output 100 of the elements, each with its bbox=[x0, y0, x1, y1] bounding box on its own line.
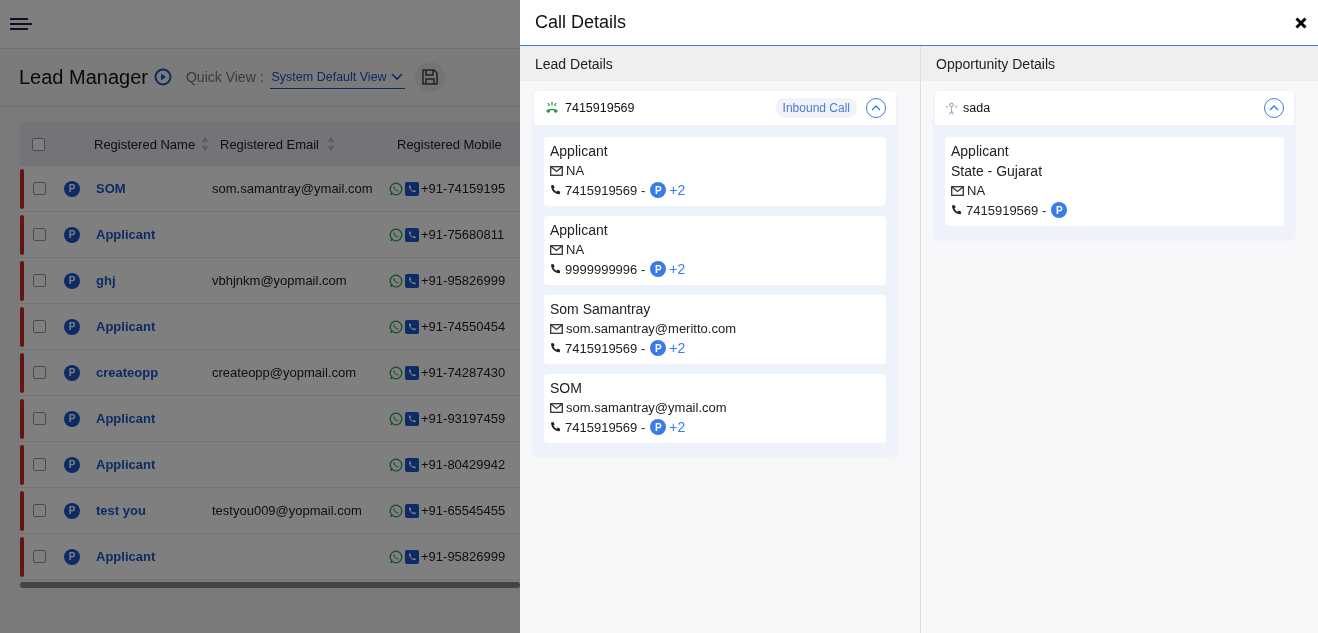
phone-icon bbox=[550, 263, 562, 275]
email-cell-text: vbhjnkm@yopmail.com bbox=[212, 273, 348, 288]
phone-icon bbox=[550, 184, 562, 196]
phone-icon[interactable] bbox=[405, 503, 419, 518]
contact-email: som.samantray@meritto.com bbox=[566, 321, 736, 336]
close-icon[interactable] bbox=[1295, 16, 1307, 29]
more-count-link[interactable]: +2 bbox=[669, 182, 686, 198]
mobile-number: +91-74550454 bbox=[421, 319, 506, 334]
phone-icon bbox=[951, 204, 963, 216]
mobile-number: +91-80429942 bbox=[421, 457, 506, 472]
collapse-button[interactable] bbox=[866, 98, 886, 118]
row-checkbox[interactable] bbox=[33, 504, 46, 517]
lead-type-badge: P bbox=[64, 410, 80, 427]
mail-icon bbox=[550, 323, 563, 334]
row-checkbox[interactable] bbox=[33, 458, 46, 471]
contact-email: som.samantray@ymail.com bbox=[566, 400, 727, 415]
whatsapp-icon[interactable] bbox=[389, 457, 403, 472]
lead-type-badge: P bbox=[650, 182, 667, 198]
lead-name-link[interactable]: SOM bbox=[96, 181, 212, 196]
contact-phone: 7415919569 - bbox=[565, 419, 646, 435]
quick-view-label: Quick View : bbox=[186, 69, 264, 85]
phone-icon bbox=[550, 421, 562, 433]
contact-phone: 7415919569 - bbox=[565, 340, 646, 356]
mail-icon bbox=[550, 165, 563, 176]
section-header: Opportunity Details bbox=[921, 46, 1318, 81]
whatsapp-icon[interactable] bbox=[389, 365, 403, 380]
contact-phone: 7415919569 - bbox=[565, 182, 646, 198]
lead-type-badge: P bbox=[64, 272, 80, 289]
phone-icon[interactable] bbox=[405, 411, 419, 426]
more-count-link[interactable]: +2 bbox=[669, 261, 686, 277]
whatsapp-icon[interactable] bbox=[389, 411, 403, 426]
lead-name-link[interactable]: Applicant bbox=[96, 319, 212, 334]
row-checkbox[interactable] bbox=[33, 228, 46, 241]
lead-name-link[interactable]: Applicant bbox=[96, 227, 212, 242]
section-header: Lead Details bbox=[520, 46, 920, 81]
column-header[interactable]: Registered Name bbox=[94, 136, 220, 152]
lead-name-link[interactable]: Applicant bbox=[96, 549, 212, 564]
save-button[interactable] bbox=[414, 62, 445, 92]
email-cell-text: som.samantray@ymail.com bbox=[212, 181, 374, 196]
lead-type-badge: P bbox=[64, 502, 80, 519]
more-count-link[interactable]: +2 bbox=[669, 340, 686, 356]
phone-icon[interactable] bbox=[405, 365, 419, 380]
menu-icon[interactable] bbox=[10, 18, 32, 30]
phone-icon[interactable] bbox=[405, 549, 419, 564]
lead-name-link[interactable]: createopp bbox=[96, 365, 212, 380]
phone-icon[interactable] bbox=[405, 181, 419, 196]
more-count-link[interactable]: +2 bbox=[669, 419, 686, 435]
contact-name: Applicant bbox=[550, 222, 609, 238]
lead-name-link[interactable]: ghj bbox=[96, 273, 212, 288]
contact-state: State - Gujarat bbox=[951, 163, 1044, 179]
chevron-up-icon bbox=[1269, 105, 1279, 111]
whatsapp-icon[interactable] bbox=[389, 319, 403, 334]
whatsapp-icon[interactable] bbox=[389, 549, 403, 564]
whatsapp-icon[interactable] bbox=[389, 273, 403, 288]
lead-name-link[interactable]: Applicant bbox=[96, 457, 212, 472]
mobile-number: +91-74159195 bbox=[421, 181, 506, 196]
contact-name: Som Samantray bbox=[550, 301, 652, 317]
row-checkbox[interactable] bbox=[33, 182, 46, 195]
card-title: 7415919569 bbox=[565, 101, 635, 115]
call-type-tag: Inbound Call bbox=[775, 98, 857, 118]
row-checkbox[interactable] bbox=[33, 412, 46, 425]
play-icon[interactable] bbox=[154, 68, 172, 86]
email-cell-text: createopp@yopmail.com bbox=[212, 365, 357, 380]
phone-icon[interactable] bbox=[405, 457, 419, 472]
mobile-number: +91-74287430 bbox=[421, 365, 506, 380]
mobile-number: +91-75680811 bbox=[421, 227, 505, 242]
whatsapp-icon[interactable] bbox=[389, 227, 403, 242]
row-checkbox[interactable] bbox=[33, 550, 46, 563]
collapse-button[interactable] bbox=[1264, 98, 1284, 118]
whatsapp-icon[interactable] bbox=[389, 503, 403, 518]
horizontal-scrollbar[interactable] bbox=[20, 582, 520, 588]
lead-type-badge: P bbox=[650, 419, 667, 435]
mobile-number: +91-95826999 bbox=[421, 273, 506, 288]
phone-icon[interactable] bbox=[405, 273, 419, 288]
mail-icon bbox=[951, 185, 964, 196]
incoming-call-icon bbox=[544, 102, 560, 114]
lead-type-badge: P bbox=[64, 226, 80, 243]
contact-name: SOM bbox=[550, 380, 583, 396]
mobile-number: +91-95826999 bbox=[421, 549, 506, 564]
row-checkbox[interactable] bbox=[33, 274, 46, 287]
lead-name-link[interactable]: test you bbox=[96, 503, 212, 518]
row-checkbox[interactable] bbox=[33, 320, 46, 333]
email-cell-text: testyou009@yopmail.com bbox=[212, 503, 363, 518]
mobile-number: +91-65545455 bbox=[421, 503, 506, 518]
lead-type-badge: P bbox=[64, 364, 80, 381]
sort-icon[interactable] bbox=[327, 137, 335, 151]
phone-icon[interactable] bbox=[405, 319, 419, 334]
whatsapp-icon[interactable] bbox=[389, 181, 403, 196]
phone-icon[interactable] bbox=[405, 227, 419, 242]
lead-name-link[interactable]: Applicant bbox=[96, 411, 212, 426]
mail-icon bbox=[550, 402, 563, 413]
column-header[interactable]: Registered Mobile bbox=[397, 136, 502, 152]
phone-icon bbox=[550, 342, 562, 354]
contact-name: Applicant bbox=[951, 143, 1010, 159]
column-header[interactable]: Registered Email bbox=[220, 136, 397, 152]
lead-type-badge: P bbox=[1051, 202, 1068, 218]
row-checkbox[interactable] bbox=[33, 366, 46, 379]
sort-icon[interactable] bbox=[201, 137, 210, 151]
select-all-checkbox[interactable] bbox=[32, 137, 45, 151]
quick-view-dropdown[interactable]: System Default View bbox=[269, 65, 405, 89]
